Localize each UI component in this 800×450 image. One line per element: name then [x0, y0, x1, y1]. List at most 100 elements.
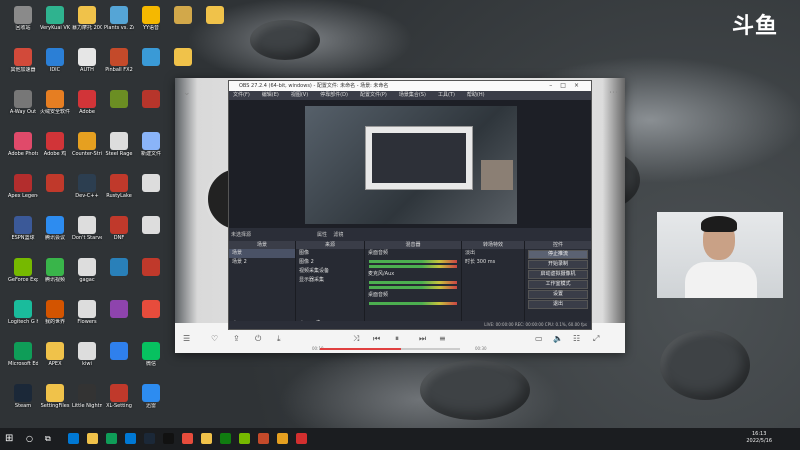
obs-menu-item[interactable]: 停靠部件(D): [320, 92, 348, 98]
desktop-icon[interactable]: 其他加速器: [8, 48, 38, 73]
scene-item[interactable]: 场景: [229, 249, 295, 258]
desktop-icon[interactable]: IDIC: [40, 48, 70, 73]
desktop-icon[interactable]: Pinball FX2: [104, 48, 134, 73]
obs-window[interactable]: OBS 27.2.4 (64-bit, windows) - 配置文件: 未命名…: [228, 80, 592, 330]
desktop-icon[interactable]: Apex Legends: [8, 174, 38, 199]
scene-item[interactable]: 场景 2: [229, 258, 295, 267]
stop-streaming-button[interactable]: 停止推流: [528, 250, 588, 259]
obs-menu-item[interactable]: 视图(V): [291, 92, 308, 98]
fullscreen-icon[interactable]: ⤢: [593, 334, 599, 344]
taskbar-app-icon[interactable]: [106, 433, 117, 444]
desktop-icon[interactable]: Steel Rage: [104, 132, 134, 157]
desktop-icon[interactable]: 腾讯会议: [40, 216, 70, 241]
desktop-icon[interactable]: YY语音: [136, 6, 166, 31]
desktop-icon[interactable]: [104, 258, 134, 277]
obs-menu-item[interactable]: 文件(F): [233, 92, 250, 98]
desktop-icon[interactable]: [168, 48, 198, 67]
desktop-icon[interactable]: [200, 6, 230, 25]
desktop-icon[interactable]: [136, 174, 166, 193]
desktop-icon[interactable]: 回收站: [8, 6, 38, 31]
power-icon[interactable]: ⏻: [255, 334, 261, 344]
taskbar-app-icon[interactable]: [258, 433, 269, 444]
lyrics-icon[interactable]: ≡: [439, 334, 446, 343]
pause-icon[interactable]: ⏸: [395, 334, 399, 344]
duration-value[interactable]: 300 ms: [477, 259, 496, 265]
properties-button[interactable]: 属性: [317, 232, 327, 238]
desktop-icon[interactable]: Counter-Strike Global: [72, 132, 102, 157]
chevron-down-icon[interactable]: ⌄: [183, 88, 191, 98]
source-item[interactable]: 视频采集设备: [296, 267, 364, 276]
desktop-icon[interactable]: [136, 90, 166, 109]
desktop-icon[interactable]: AUTH: [72, 48, 102, 73]
desktop-icon[interactable]: 腾讯视频: [40, 258, 70, 283]
taskbar-app-icon[interactable]: [182, 433, 193, 444]
source-item[interactable]: 图像 2: [296, 258, 364, 267]
obs-preview[interactable]: [229, 100, 591, 228]
obs-menu-item[interactable]: 编辑(E): [262, 92, 279, 98]
desktop-icon[interactable]: Adobe 鸡: [40, 132, 70, 157]
desktop-icon[interactable]: 暴力摩托 2002: [72, 6, 102, 31]
prev-icon[interactable]: ⏮: [373, 334, 380, 344]
taskbar-app-icon[interactable]: [125, 433, 136, 444]
transition-duration[interactable]: 时长 300 ms: [462, 258, 524, 267]
obs-menu-item[interactable]: 配置文件(P): [360, 92, 387, 98]
desktop-icon[interactable]: [136, 300, 166, 319]
desktop-icon[interactable]: [40, 174, 70, 193]
desktop-icon[interactable]: Steam: [8, 384, 38, 409]
desktop-icon[interactable]: VeryKuai VK 加速器: [40, 6, 70, 31]
desktop-icon[interactable]: SettingFiles: [40, 384, 70, 409]
taskbar-app-icon[interactable]: [144, 433, 155, 444]
desktop-icon[interactable]: A-Way Out: [8, 90, 38, 115]
desktop-icon[interactable]: Flowers: [72, 300, 102, 325]
exit-button[interactable]: 退出: [528, 300, 588, 309]
taskbar-app-icon[interactable]: [220, 433, 231, 444]
search-icon[interactable]: ○: [26, 433, 37, 444]
desktop-icon[interactable]: ESPN篮球: [8, 216, 38, 241]
speaker-icon[interactable]: 🔈: [553, 334, 563, 343]
source-item[interactable]: 图像: [296, 249, 364, 258]
source-item[interactable]: 显示器采集: [296, 276, 364, 285]
desktop-icon[interactable]: kiwi: [72, 342, 102, 367]
obs-menu-item[interactable]: 帮助(H): [467, 92, 485, 98]
start-recording-button[interactable]: 开始录制: [528, 260, 588, 269]
desktop-icon[interactable]: 我的世界: [40, 300, 70, 325]
more-icon[interactable]: ⋯: [609, 88, 618, 98]
desktop-icon[interactable]: Dev-C++: [72, 174, 102, 199]
next-icon[interactable]: ⏭: [419, 334, 426, 344]
desktop-icon[interactable]: [104, 342, 134, 361]
taskbar-app-icon[interactable]: [68, 433, 79, 444]
heart-icon[interactable]: ♡: [211, 334, 218, 343]
desktop-icon[interactable]: [104, 90, 134, 109]
windows-start-icon[interactable]: ⊞: [5, 433, 16, 444]
virtual-camera-button[interactable]: 启动虚拟摄像机: [528, 270, 588, 279]
transition-type-select[interactable]: 淡出: [462, 249, 524, 258]
desktop-icon[interactable]: gagac: [72, 258, 102, 283]
settings-button[interactable]: 设置: [528, 290, 588, 299]
desktop-icon[interactable]: [136, 258, 166, 277]
download-icon[interactable]: ⤓: [277, 334, 281, 344]
shuffle-icon[interactable]: ⤨: [353, 334, 359, 344]
clock[interactable]: 16:13 2022/5/16: [746, 431, 772, 445]
desktop-icon[interactable]: [168, 6, 198, 25]
taskbar-app-icon[interactable]: [163, 433, 174, 444]
desktop-icon[interactable]: Plants vs. Zombies...: [104, 6, 134, 31]
desktop-icon[interactable]: Don't Starve: [72, 216, 102, 241]
taskbar-app-icon[interactable]: [201, 433, 212, 444]
desktop-icon[interactable]: DNF: [104, 216, 134, 241]
desktop-icon[interactable]: 微信: [136, 342, 166, 367]
desktop-icon[interactable]: GeForce Experience: [8, 258, 38, 283]
desktop-icon[interactable]: [136, 216, 166, 235]
desktop-icon[interactable]: Adobe Photoshop: [8, 132, 38, 157]
taskbar-app-icon[interactable]: [277, 433, 288, 444]
task-view-icon[interactable]: ⧉: [45, 433, 56, 444]
desktop-icon[interactable]: [136, 48, 166, 67]
playlist-icon[interactable]: ☷: [573, 334, 580, 343]
taskbar-app-icon[interactable]: [239, 433, 250, 444]
desktop-icon[interactable]: Microsoft Edge: [8, 342, 38, 367]
desktop-icon[interactable]: Logitech G HUB: [8, 300, 38, 325]
list-icon[interactable]: ☰: [183, 334, 190, 343]
window-controls[interactable]: –□×: [549, 81, 587, 91]
obs-menu-item[interactable]: 场景集合(S): [399, 92, 426, 98]
taskbar-app-icon[interactable]: [87, 433, 98, 444]
obs-menu-item[interactable]: 工具(T): [438, 92, 455, 98]
